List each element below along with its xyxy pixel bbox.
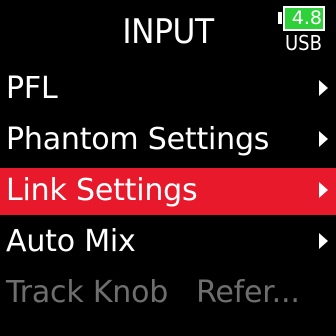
battery-level-icon: 4.8 — [283, 6, 325, 31]
battery-indicator: 4.8 USB — [278, 6, 325, 56]
menu-item-phantom-settings[interactable]: Phantom Settings — [0, 117, 336, 164]
menu-item-label: Auto Mix — [6, 224, 136, 259]
chevron-right-icon — [319, 233, 328, 249]
header-bar: INPUT 4.8 USB — [0, 0, 336, 66]
menu-item-label: Track Knob Refer... — [6, 275, 300, 310]
menu-item-label: Link Settings — [6, 173, 198, 208]
input-menu: PFL Phantom Settings Link Settings Auto … — [0, 66, 336, 321]
menu-item-pfl[interactable]: PFL — [0, 66, 336, 113]
chevron-right-icon — [319, 131, 328, 147]
chevron-right-icon — [319, 182, 328, 198]
menu-item-label: Phantom Settings — [6, 122, 270, 157]
power-source-label: USB — [285, 31, 322, 55]
chevron-right-icon — [319, 80, 328, 96]
menu-item-label: PFL — [6, 71, 58, 106]
battery-terminal-icon — [278, 12, 282, 24]
screen-title: INPUT — [122, 12, 214, 52]
menu-item-auto-mix[interactable]: Auto Mix — [0, 219, 336, 266]
menu-item-link-settings[interactable]: Link Settings — [0, 168, 336, 215]
menu-item-track-knob-reference[interactable]: Track Knob Refer... — [0, 270, 336, 317]
